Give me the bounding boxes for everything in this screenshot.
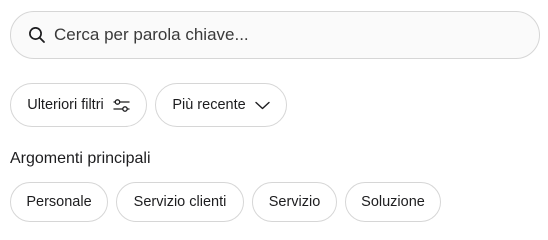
sort-label: Più recente — [172, 97, 246, 113]
topic-label: Servizio — [268, 194, 321, 210]
sort-dropdown[interactable]: Più recente — [155, 83, 287, 127]
topics-title: Argomenti principali — [10, 150, 151, 167]
topic-label: Soluzione — [361, 194, 425, 210]
topic-chip-personale[interactable]: Personale — [10, 182, 108, 222]
search-input[interactable] — [54, 25, 514, 45]
search-bar[interactable] — [10, 11, 540, 59]
more-filters-label: Ulteriori filtri — [27, 97, 104, 113]
topic-chip-servizio-clienti[interactable]: Servizio clienti — [116, 182, 244, 222]
topic-label: Servizio clienti — [133, 194, 227, 210]
topic-chip-servizio[interactable]: Servizio — [252, 182, 337, 222]
search-icon — [28, 26, 46, 44]
topic-label: Personale — [26, 194, 92, 210]
sliders-icon — [113, 98, 130, 113]
topic-chip-soluzione[interactable]: Soluzione — [345, 182, 441, 222]
more-filters-button[interactable]: Ulteriori filtri — [10, 83, 147, 127]
chevron-down-icon — [254, 101, 270, 110]
